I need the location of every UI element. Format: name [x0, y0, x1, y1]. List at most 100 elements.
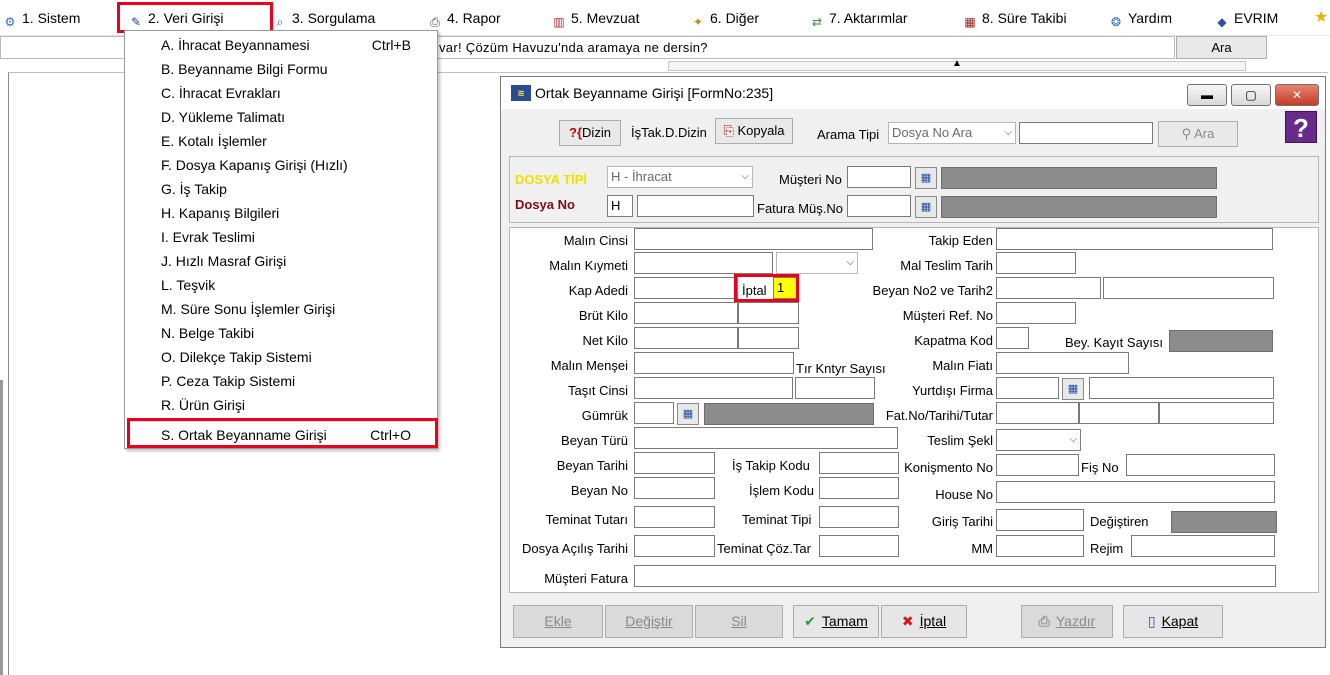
net-kilo-input[interactable] — [634, 327, 738, 349]
mm-input[interactable] — [996, 535, 1084, 557]
teslim-sekl-select[interactable]: ⌵ — [996, 429, 1081, 451]
fat-no-input[interactable] — [996, 402, 1079, 424]
dd-dilekce-takip[interactable]: O. Dilekçe Takip Sistemi — [125, 345, 437, 369]
brut-kilo-input[interactable] — [634, 302, 738, 324]
dialog-titlebar[interactable]: ≋ Ortak Beyanname Girişi [FormNo:235] ▬ … — [501, 77, 1325, 109]
arama-input[interactable] — [1019, 122, 1153, 144]
menu-yardim[interactable]: ❂ Yardım — [1108, 8, 1172, 29]
doviz-select[interactable]: ⌵ — [776, 252, 858, 274]
ekle-button[interactable]: Ekle — [513, 605, 603, 638]
fatura-mus-no-input[interactable] — [847, 195, 911, 217]
kopyala-button[interactable]: ⎘ Kopyala — [715, 118, 793, 144]
malin-mensei-input[interactable] — [634, 352, 794, 374]
musteri-ref-input[interactable] — [996, 302, 1076, 324]
menu-rapor[interactable]: ⎙ 4. Rapor — [427, 8, 501, 29]
net-kilo-unit[interactable] — [738, 327, 799, 349]
dd-ihracat-evraklari[interactable]: C. İhracat Evrakları — [125, 81, 437, 105]
kap-adedi-input[interactable] — [634, 277, 738, 299]
arama-tipi-select[interactable]: Dosya No Ara ⌵ — [888, 122, 1016, 144]
giris-tarihi-input[interactable] — [996, 509, 1084, 531]
beyan-no-input[interactable] — [634, 477, 715, 499]
menu-diger[interactable]: ✦ 6. Diğer — [690, 8, 759, 29]
dd-kapanis-bilgileri[interactable]: H. Kapanış Bilgileri — [125, 201, 437, 225]
dosya-tipi-select[interactable]: H - İhracat ⌵ — [607, 166, 753, 188]
teminat-tutari-input[interactable] — [634, 506, 715, 528]
musteri-lookup-icon[interactable]: ▦ — [915, 167, 937, 189]
dd-kotali-islemler[interactable]: E. Kotalı İşlemler — [125, 129, 437, 153]
close-button[interactable]: ✕ — [1275, 84, 1319, 106]
fatura-lookup-icon[interactable]: ▦ — [915, 196, 937, 218]
malin-cinsi-input[interactable] — [634, 228, 873, 250]
kapatma-kod-input[interactable] — [996, 327, 1029, 349]
musteri-fatura-label: Müşteri Fatura — [544, 571, 628, 586]
mal-teslim-input[interactable] — [996, 252, 1076, 274]
menu-sure-takibi[interactable]: ▦ 8. Süre Takibi — [962, 8, 1066, 29]
malin-kiymeti-input[interactable] — [634, 252, 773, 274]
yurtdisi-firma-input[interactable] — [996, 377, 1059, 399]
degistir-button[interactable]: Değiştir — [605, 605, 693, 638]
iptal-button[interactable]: ✖ İptal — [881, 605, 967, 638]
fis-no-input[interactable] — [1126, 454, 1275, 476]
dd-belge-takibi[interactable]: N. Belge Takibi — [125, 321, 437, 345]
beyan-turu-input[interactable] — [634, 427, 898, 449]
dd-dosya-kapanis[interactable]: F. Dosya Kapanış Girişi (Hızlı) — [125, 153, 437, 177]
istak-dizin-label[interactable]: İşTak.D.Dizin — [631, 125, 707, 140]
dd-is-takip[interactable]: G. İş Takip — [125, 177, 437, 201]
fat-tarih-input[interactable] — [1079, 402, 1159, 424]
dd-yukleme-talimati[interactable]: D. Yükleme Talimatı — [125, 105, 437, 129]
yurtdisi-firma-name[interactable] — [1089, 377, 1274, 399]
dosya-no-input[interactable] — [637, 195, 754, 217]
splitter-handle[interactable]: ▲ — [668, 58, 1246, 71]
beyan-no2-input[interactable] — [996, 277, 1101, 299]
takip-eden-input[interactable] — [996, 228, 1273, 250]
house-no-input[interactable] — [996, 481, 1275, 503]
ara-button[interactable]: ⚲ Ara — [1158, 121, 1238, 147]
beyan-tarihi-input[interactable] — [634, 452, 715, 474]
menu-evrim[interactable]: ◆ EVRIM — [1214, 8, 1278, 29]
dd-beyanname-bilgi-formu[interactable]: B. Beyanname Bilgi Formu — [125, 57, 437, 81]
islem-kodu-input[interactable] — [819, 477, 899, 499]
dd-urun-girisi[interactable]: R. Ürün Girişi — [125, 393, 437, 417]
konismento-input[interactable] — [996, 454, 1079, 476]
dd-sure-sonu[interactable]: M. Süre Sonu İşlemler Girişi — [125, 297, 437, 321]
fat-tutar-input[interactable] — [1159, 402, 1274, 424]
menu-sorgulama[interactable]: ⌕ 3. Sorgulama — [272, 8, 376, 29]
dd-tesvik[interactable]: L. Teşvik — [125, 273, 437, 297]
yazdir-button[interactable]: ⎙ Yazdır — [1021, 605, 1113, 638]
tir-kntyr-input[interactable] — [795, 377, 875, 399]
dizin-button[interactable]: ?{Dizin — [559, 120, 621, 146]
rejim-input[interactable] — [1131, 535, 1275, 557]
tasit-cinsi-input[interactable] — [634, 377, 793, 399]
dd-ihracat-beyannamesi[interactable]: A. İhracat Beyannamesi Ctrl+B — [125, 33, 437, 57]
tamam-button[interactable]: ✔ Tamam — [793, 605, 879, 638]
mm-label: MM — [971, 541, 993, 556]
star-icon[interactable]: ★ — [1314, 8, 1328, 28]
musteri-no-input[interactable] — [847, 166, 911, 188]
menu-aktarimlar[interactable]: ⇄ 7. Aktarımlar — [809, 8, 908, 29]
dosya-acilis-input[interactable] — [634, 535, 715, 557]
musteri-fatura-input[interactable] — [634, 565, 1276, 587]
kapat-button[interactable]: ▯ Kapat — [1123, 605, 1223, 638]
sil-button[interactable]: Sil — [695, 605, 783, 638]
maximize-button[interactable]: ▢ — [1231, 84, 1271, 106]
teminat-tipi-input[interactable] — [819, 506, 899, 528]
brut-kilo-unit[interactable] — [738, 302, 799, 324]
minimize-button[interactable]: ▬ — [1187, 84, 1227, 106]
search-icon: ⚲ — [1181, 126, 1192, 141]
dd-evrak-teslimi[interactable]: I. Evrak Teslimi — [125, 225, 437, 249]
malin-fiati-input[interactable] — [996, 352, 1129, 374]
menu-mevzuat[interactable]: ▥ 5. Mevzuat — [551, 8, 639, 29]
beyan-tarih2-input[interactable] — [1103, 277, 1274, 299]
gumruk-lookup-icon[interactable]: ▦ — [677, 403, 699, 425]
teminat-coz-input[interactable] — [819, 535, 899, 557]
is-takip-kodu-input[interactable] — [819, 452, 899, 474]
help-question-icon[interactable]: ? — [1285, 111, 1317, 143]
gumruk-input[interactable] — [634, 402, 674, 424]
dd-hizli-masraf[interactable]: J. Hızlı Masraf Girişi — [125, 249, 437, 273]
dd-ceza-takip[interactable]: P. Ceza Takip Sistemi — [125, 369, 437, 393]
dosya-no-prefix[interactable]: H — [607, 195, 633, 217]
menu-sistem[interactable]: ⚙ 1. Sistem — [2, 8, 81, 29]
firma-lookup-icon[interactable]: ▦ — [1062, 378, 1084, 400]
search-button[interactable]: Ara — [1176, 36, 1267, 59]
musteri-no-label: Müşteri No — [779, 172, 842, 187]
